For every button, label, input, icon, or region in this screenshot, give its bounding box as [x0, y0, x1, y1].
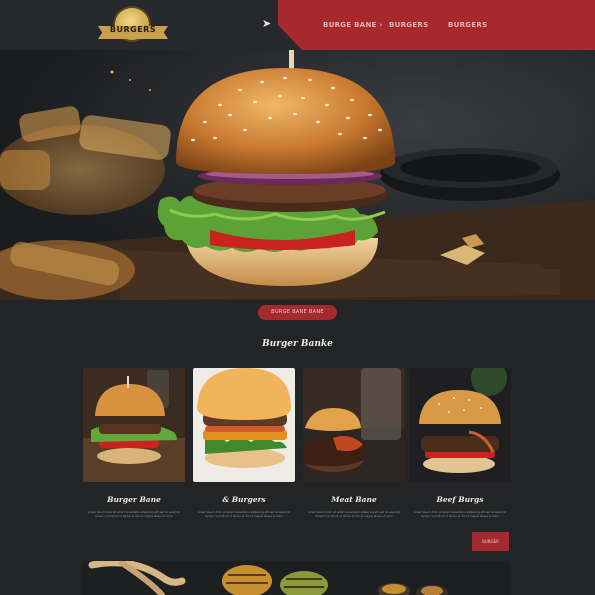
burger-photo-1	[83, 368, 185, 482]
nav-item-3[interactable]: BURGERS	[448, 21, 487, 29]
burger-photo-3	[303, 368, 405, 482]
nav-item-2[interactable]: BURGERS	[389, 21, 428, 29]
hero-burger-image	[0, 50, 595, 300]
hero-cta-button[interactable]: BURGE BANE BANE	[258, 305, 337, 320]
card-title-4: Beef Burgs	[436, 495, 484, 504]
card-image-1[interactable]	[83, 368, 185, 482]
card-desc-4: Lorem ipsum dolor sit amet consectetur a…	[413, 511, 507, 518]
nav-item-1-label: BURGE BANE	[323, 21, 377, 29]
card-image-3[interactable]	[303, 368, 405, 482]
card-title-3: Meat Bane	[331, 495, 377, 504]
nav-item-1[interactable]: BURGE BANE ›	[323, 21, 383, 29]
card-desc-2: Lorem ipsum dolor sit amet consectetur a…	[197, 511, 291, 518]
chevron-right-icon: ›	[379, 21, 383, 29]
pointer-cursor-icon: ➤	[262, 17, 272, 30]
brand-logo[interactable]: BURGERS	[98, 6, 168, 42]
card-image-2[interactable]	[193, 368, 295, 482]
hero-banner	[0, 50, 595, 300]
section-title: Burger Banke	[262, 339, 333, 349]
grilled-food-image	[82, 561, 510, 595]
burger-photo-2	[193, 368, 295, 482]
page: BURGERS ➤ BURGE BANE › BURGERS BURGERS B…	[0, 0, 595, 595]
card-title-2: & Burgers	[222, 495, 266, 504]
card-image-4[interactable]	[409, 368, 511, 482]
more-button[interactable]: BURGER	[472, 532, 509, 551]
bottom-banner	[82, 561, 510, 595]
card-desc-1: Lorem ipsum dolor sit amet consectetur a…	[87, 511, 181, 518]
burger-photo-4	[409, 368, 511, 482]
site-header: BURGERS ➤ BURGE BANE › BURGERS BURGERS	[0, 0, 595, 50]
card-desc-3: Lorem ipsum dolor sit amet consectetur a…	[307, 511, 401, 518]
card-title-1: Burger Bane	[107, 495, 161, 504]
logo-text: BURGERS	[109, 25, 157, 34]
